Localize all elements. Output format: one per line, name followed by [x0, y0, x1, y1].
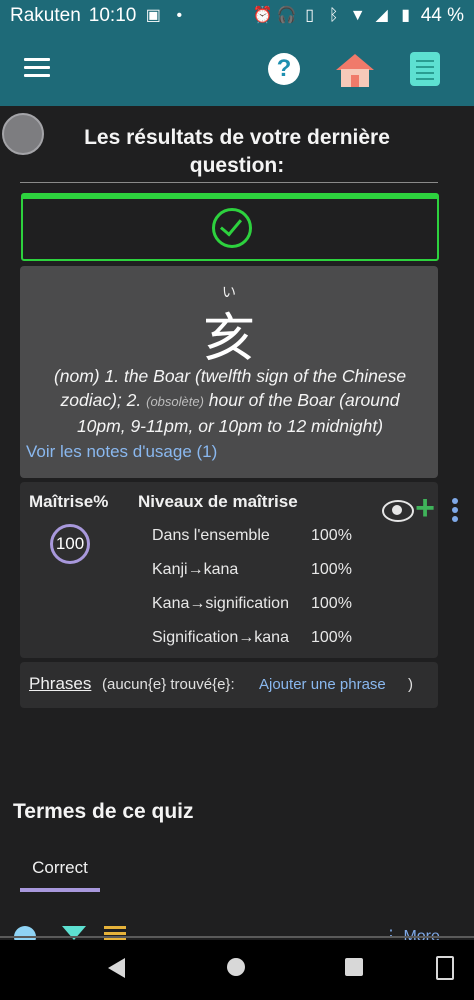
book-icon[interactable]: [410, 52, 440, 86]
mastery-score: 100: [50, 524, 90, 564]
levels-title: Niveaux de maîtrise: [138, 492, 298, 511]
level-name: Signification→kana: [152, 629, 289, 646]
divider: [0, 936, 474, 938]
phrases-label[interactable]: Phrases: [29, 674, 91, 694]
part-of-speech: (nom): [53, 366, 100, 386]
hamburger-menu-icon[interactable]: [24, 58, 50, 78]
headphones-icon: 🎧: [276, 7, 297, 24]
kanji-meaning: (nom) 1. the Boar (twelfth sign of the C…: [34, 364, 426, 438]
clock: 10:10: [88, 5, 137, 26]
signal-icon: ◢: [375, 7, 388, 24]
battery-level: 44 %: [420, 5, 464, 26]
phrases-panel: Phrases (aucun{e} trouvé{e}: Ajouter une…: [20, 662, 438, 708]
home-button-icon[interactable]: [227, 958, 245, 976]
level-name: Dans l'ensemble: [152, 527, 270, 544]
quiz-terms-title: Termes de ce quiz: [13, 800, 194, 823]
status-bar: Rakuten 10:10 ▣ • ⏰ 🎧 ▯ ᛒ ▼ ◢ ▮ 44 %: [0, 0, 474, 34]
dot-notification-icon: •: [176, 7, 183, 24]
page-title: Les résultats de votre dernière question…: [84, 126, 390, 177]
battery-icon: ▮: [401, 7, 411, 24]
active-tab-indicator: [20, 888, 100, 892]
phrases-close-paren: ): [408, 676, 413, 693]
more-options-icon[interactable]: [452, 498, 458, 525]
add-phrase-link[interactable]: Ajouter une phrase: [259, 676, 386, 693]
obsolete-tag: (obsolète): [146, 394, 204, 409]
help-icon[interactable]: ?: [268, 53, 300, 85]
phrases-none-found: (aucun{e} trouvé{e}:: [102, 676, 235, 693]
level-name: Kana→signification: [152, 595, 289, 612]
mastery-label: Maîtrise%: [29, 492, 109, 511]
back-icon[interactable]: [108, 958, 125, 978]
level-value: 100%: [311, 595, 352, 612]
usage-notes-link[interactable]: Voir les notes d'usage (1): [26, 442, 217, 462]
eye-icon[interactable]: [382, 500, 414, 522]
carrier-name: Rakuten: [10, 5, 81, 26]
divider: [20, 182, 438, 183]
image-notification-icon: ▣: [145, 7, 161, 24]
tab-correct[interactable]: Correct: [20, 858, 100, 878]
level-value: 100%: [311, 561, 352, 578]
app-bar: ?: [0, 34, 474, 106]
alarm-icon: ⏰: [252, 7, 273, 24]
result-status-box: [21, 193, 439, 261]
rotate-icon[interactable]: [436, 956, 454, 980]
kanji-character: 亥: [202, 309, 255, 369]
mastery-panel: Maîtrise% 100 Niveaux de maîtrise Dans l…: [20, 482, 458, 658]
kanji-card: い 亥 (nom) 1. the Boar (twelfth sign of t…: [20, 266, 438, 478]
vibrate-icon: ▯: [305, 7, 315, 24]
wifi-icon: ▼: [349, 7, 366, 24]
level-value: 100%: [311, 629, 352, 646]
add-icon[interactable]: +: [412, 491, 438, 525]
level-value: 100%: [311, 527, 352, 544]
avatar[interactable]: [2, 113, 44, 155]
recent-apps-icon[interactable]: [345, 958, 363, 976]
bluetooth-icon: ᛒ: [328, 7, 339, 24]
level-name: Kanji→kana: [152, 561, 239, 578]
check-circle-icon: [212, 208, 252, 248]
home-icon[interactable]: [334, 52, 376, 88]
